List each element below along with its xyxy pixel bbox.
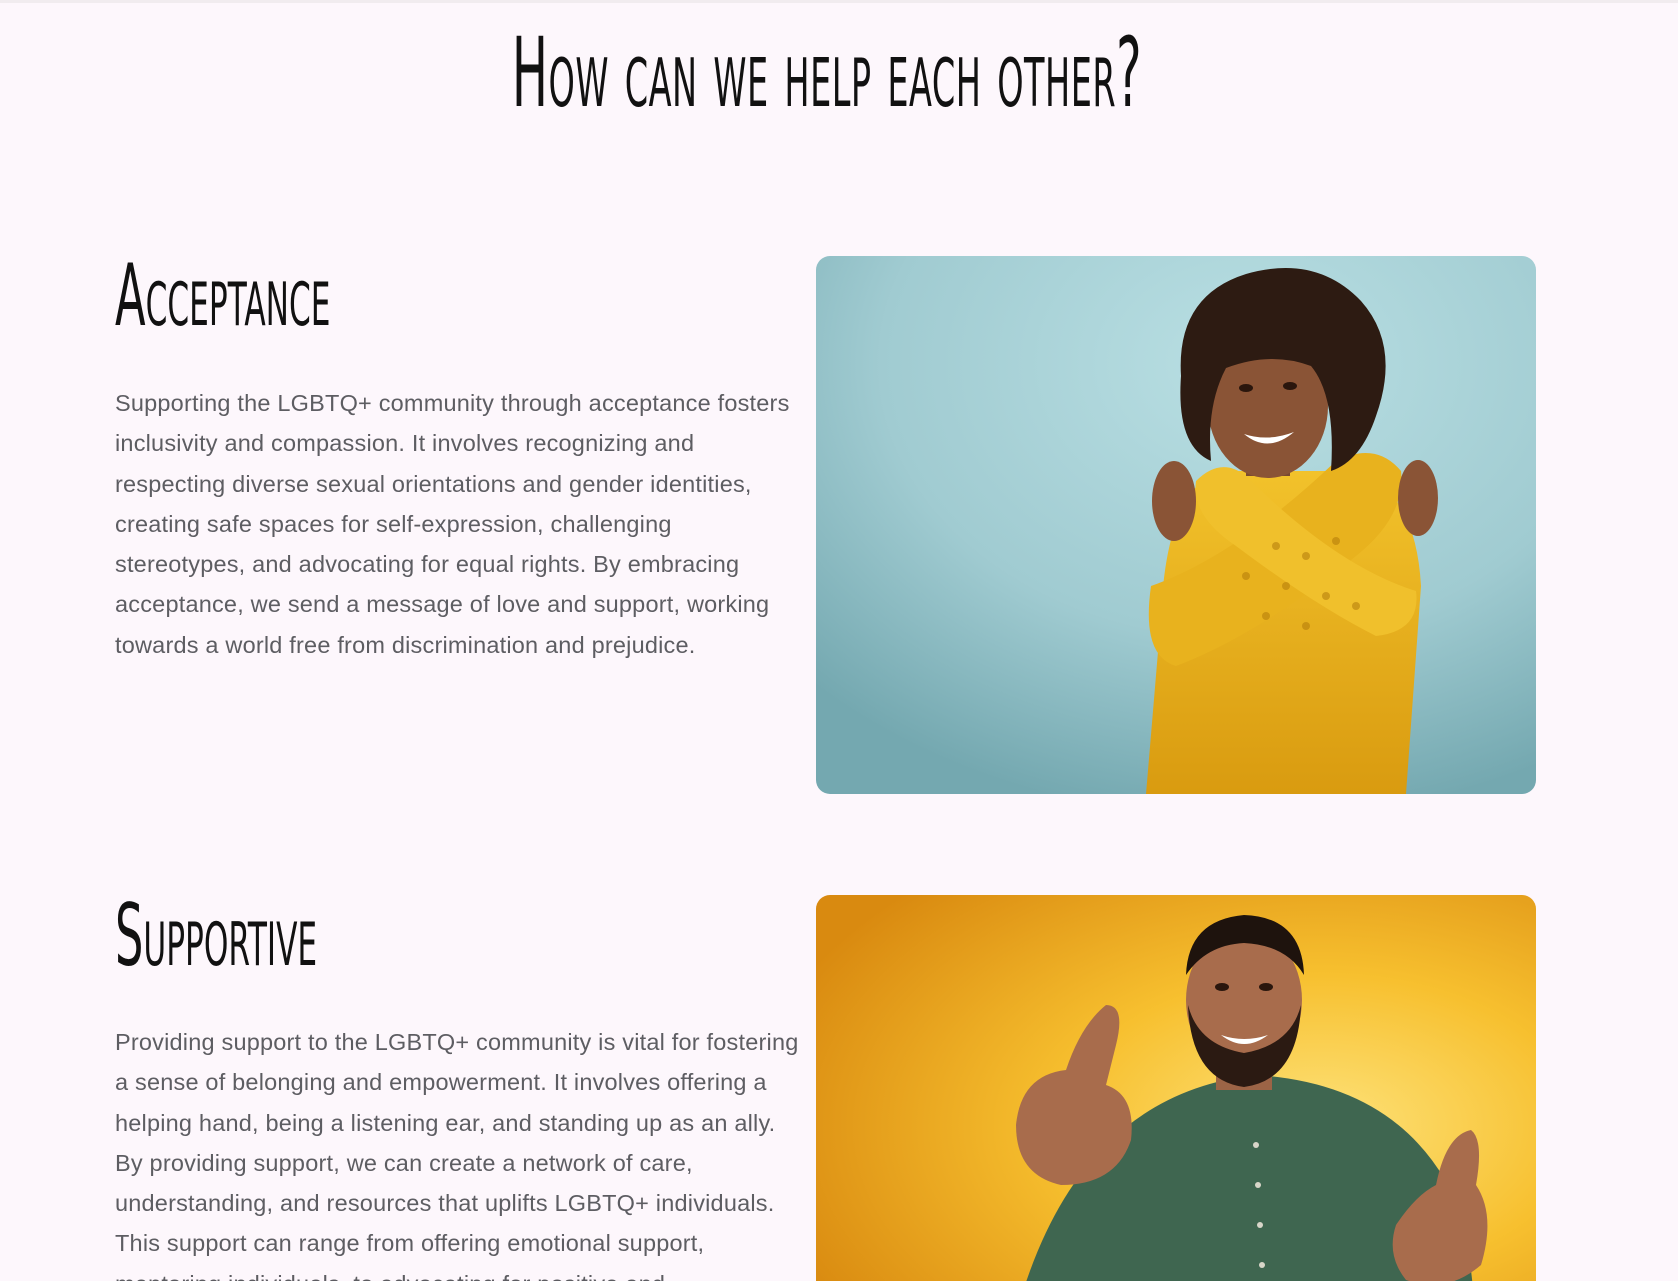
section-text-acceptance: Supporting the LGBTQ+ community through …	[115, 390, 790, 658]
section-title-supportive: Supportive	[115, 886, 318, 986]
top-divider	[0, 0, 1678, 3]
section-text-supportive: Providing support to the LGBTQ+ communit…	[115, 1029, 799, 1281]
section-title-acceptance: Acceptance	[115, 246, 331, 346]
page-title: How can we help each other?	[511, 17, 1143, 129]
supportive-photo	[816, 895, 1536, 1281]
acceptance-photo	[816, 256, 1536, 794]
